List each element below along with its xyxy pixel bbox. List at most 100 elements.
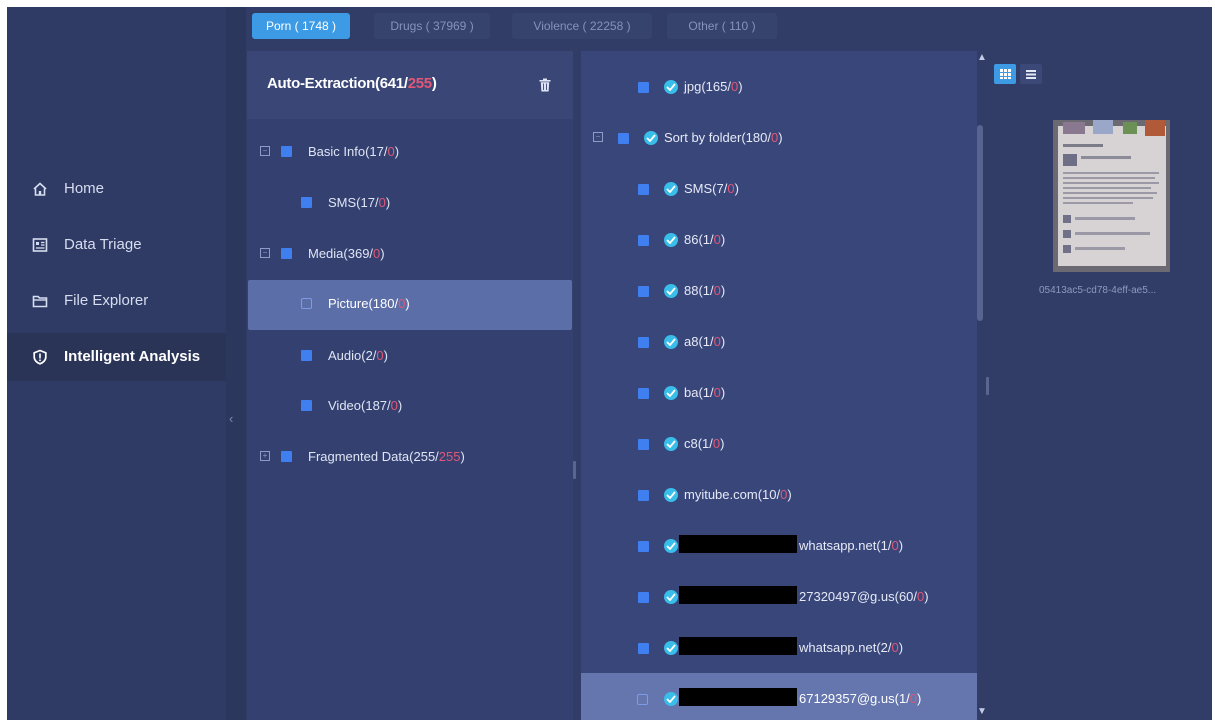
tree-item-picture[interactable]: Picture(180/0) [248, 280, 572, 330]
checkbox[interactable] [301, 197, 312, 208]
check-circle-icon [664, 692, 678, 706]
list-item[interactable]: a8(1/0) [581, 316, 977, 367]
sidebar-item-label: File Explorer [64, 292, 149, 309]
list-item[interactable]: ba(1/0) [581, 367, 977, 418]
checkbox[interactable] [618, 133, 629, 144]
list-item[interactable]: 67129357@g.us(1/0) [581, 673, 977, 720]
chevron-left-icon: ‹ [229, 411, 234, 426]
list-item-label: whatsapp.net(1/0) [799, 538, 904, 553]
tab-violence[interactable]: Violence ( 22258 ) [512, 13, 652, 39]
check-circle-icon [664, 437, 678, 451]
check-circle-icon [664, 641, 678, 655]
checkbox[interactable] [638, 388, 649, 399]
check-circle-icon [664, 284, 678, 298]
check-circle-icon [664, 386, 678, 400]
sidebar-item-label: Intelligent Analysis [64, 348, 201, 365]
tree-item-fragmented-data[interactable]: + Fragmented Data(255/255) [247, 433, 573, 483]
tree-item-video[interactable]: Video(187/0) [247, 382, 573, 432]
list-item[interactable]: 86(1/0) [581, 214, 977, 265]
tree-header: Auto-Extraction(641/255) [247, 51, 573, 119]
checkbox[interactable] [638, 439, 649, 450]
panel-splitter[interactable] [573, 461, 576, 479]
checkbox[interactable] [638, 490, 649, 501]
checkbox[interactable] [281, 248, 292, 259]
collapse-icon[interactable]: − [260, 146, 270, 156]
grid-icon [1000, 69, 1011, 79]
sidebar-item-intelligent-analysis[interactable]: Intelligent Analysis [7, 333, 226, 381]
sidebar-collapse-handle[interactable]: ‹ [226, 7, 246, 720]
checkbox[interactable] [301, 298, 312, 309]
image-thumbnail[interactable] [1053, 120, 1170, 272]
checkbox[interactable] [638, 82, 649, 93]
list-item-label: c8(1/0) [684, 436, 725, 451]
tab-other[interactable]: Other ( 110 ) [667, 13, 777, 39]
list-item-label: jpg(165/0) [684, 79, 743, 94]
grid-view-button[interactable] [994, 64, 1016, 84]
collapse-icon[interactable]: − [593, 132, 603, 142]
expand-icon[interactable]: + [260, 451, 270, 461]
checkbox[interactable] [637, 694, 648, 705]
shield-alert-icon [33, 349, 47, 365]
check-circle-icon [664, 539, 678, 553]
checkbox[interactable] [638, 592, 649, 603]
tree-item-basic-info[interactable]: − Basic Info(17/0) [247, 128, 573, 178]
home-icon [33, 182, 47, 196]
list-item[interactable]: 88(1/0) [581, 265, 977, 316]
tab-porn[interactable]: Porn ( 1748 ) [252, 13, 350, 39]
tree-item-label: SMS(17/0) [328, 195, 391, 210]
tree-item-audio[interactable]: Audio(2/0) [247, 332, 573, 382]
check-circle-icon [664, 80, 678, 94]
scroll-down-icon[interactable]: ▼ [977, 706, 987, 717]
tree-item-media[interactable]: − Media(369/0) [247, 230, 573, 280]
list-item[interactable]: c8(1/0) [581, 418, 977, 469]
list-item[interactable]: jpg(165/0) [581, 61, 977, 112]
check-circle-icon [644, 131, 658, 145]
tree-item-label: Media(369/0) [308, 246, 385, 261]
list-item-label: ba(1/0) [684, 385, 726, 400]
redaction-block [679, 535, 797, 553]
sidebar-item-data-triage[interactable]: Data Triage [7, 221, 226, 269]
list-item[interactable]: − Sort by folder(180/0) [581, 112, 977, 163]
list-item[interactable]: whatsapp.net(1/0) [581, 520, 977, 571]
sidebar-item-file-explorer[interactable]: File Explorer [7, 277, 226, 325]
sidebar: Home Data Triage File Explorer Intellige… [7, 7, 226, 720]
tab-drugs[interactable]: Drugs ( 37969 ) [374, 13, 490, 39]
sidebar-item-label: Home [64, 180, 105, 197]
tree-item-label: Basic Info(17/0) [308, 144, 400, 159]
thumbnail-image [1053, 120, 1170, 272]
redaction-block [679, 637, 797, 655]
tree-item-sms[interactable]: SMS(17/0) [247, 179, 573, 229]
checkbox[interactable] [301, 400, 312, 411]
thumbnail-filename: 05413ac5-cd78-4eff-ae5... [1039, 285, 1157, 296]
scroll-up-icon[interactable]: ▲ [977, 52, 987, 63]
tree-item-label: Video(187/0) [328, 398, 403, 413]
trash-icon[interactable] [539, 78, 551, 92]
list-item-label: myitube.com(10/0) [684, 487, 792, 502]
checkbox[interactable] [638, 541, 649, 552]
checkbox[interactable] [301, 350, 312, 361]
list-view-button[interactable] [1020, 64, 1042, 84]
list-item[interactable]: SMS(7/0) [581, 163, 977, 214]
sidebar-item-home[interactable]: Home [7, 165, 226, 213]
list-item[interactable]: myitube.com(10/0) [581, 469, 977, 520]
checkbox[interactable] [638, 184, 649, 195]
checkbox[interactable] [638, 286, 649, 297]
list-item-label: a8(1/0) [684, 334, 726, 349]
list-icon [1026, 70, 1036, 79]
checkbox[interactable] [638, 235, 649, 246]
app-window: Home Data Triage File Explorer Intellige… [7, 7, 1212, 720]
tree-item-label: Picture(180/0) [328, 296, 410, 311]
folder-icon [32, 295, 48, 308]
list-item-label: 86(1/0) [684, 232, 726, 247]
list-item[interactable]: 27320497@g.us(60/0) [581, 571, 977, 622]
checkbox[interactable] [281, 146, 292, 157]
collapse-icon[interactable]: − [260, 248, 270, 258]
list-item[interactable]: whatsapp.net(2/0) [581, 622, 977, 673]
vertical-scrollbar[interactable] [977, 125, 983, 321]
tree-item-label: Audio(2/0) [328, 348, 388, 363]
checkbox[interactable] [638, 643, 649, 654]
checkbox[interactable] [638, 337, 649, 348]
category-tree-panel: Auto-Extraction(641/255) − Basic Info(17… [247, 51, 573, 720]
checkbox[interactable] [281, 451, 292, 462]
panel-splitter[interactable] [986, 377, 989, 395]
